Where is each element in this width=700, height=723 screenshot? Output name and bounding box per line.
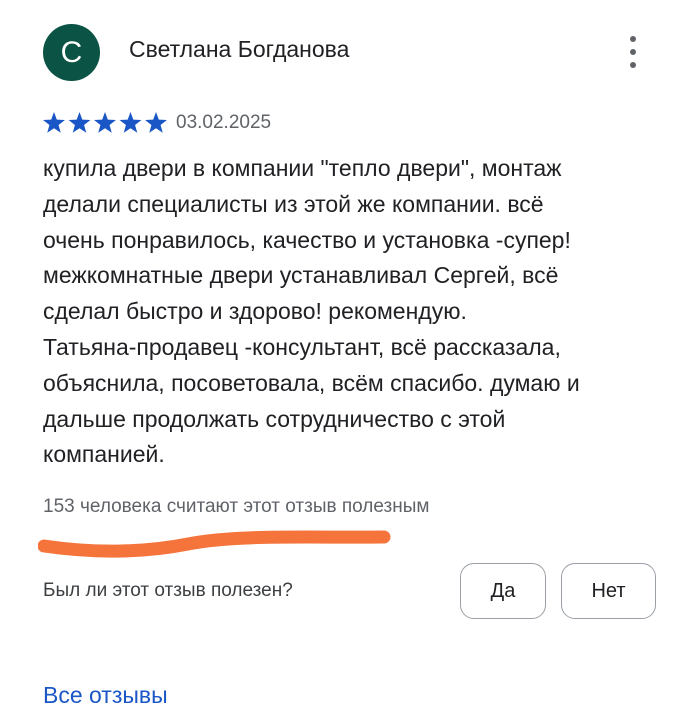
stars-svg: [43, 112, 167, 133]
review-text-line: Татьяна-продавец -консультант, всё расск…: [43, 333, 561, 360]
review-text-line: компанией.: [43, 441, 165, 468]
review-card: С Светлана Богданова 03.02.2025 купила д…: [0, 0, 700, 723]
more-options-button[interactable]: [618, 32, 650, 72]
helpful-question: Был ли этот отзыв полезен?: [43, 580, 293, 601]
review-text-line: сделал быстро и здорово! рекомендую.: [43, 298, 467, 325]
highlight-underline: [38, 530, 391, 558]
no-button[interactable]: Нет: [561, 563, 656, 619]
helpful-count: 153 человека считают этот отзыв полезным: [43, 496, 430, 517]
review-text: купила двери в компании "тепло двери", м…: [43, 151, 663, 473]
review-date: 03.02.2025: [176, 112, 272, 133]
star-icon: [43, 112, 65, 133]
all-reviews-link[interactable]: Все отзывы: [43, 682, 168, 709]
star-icon: [68, 112, 91, 133]
star-icon: [145, 112, 167, 133]
star-icon: [119, 112, 142, 133]
yes-button[interactable]: Да: [460, 563, 546, 619]
star-icon: [94, 112, 116, 133]
review-text-line: очень понравилось, качество и установка …: [43, 226, 571, 253]
author-name: Светлана Богданова: [129, 36, 350, 62]
review-text-line: купила двери в компании "тепло двери", м…: [43, 155, 562, 181]
review-text-line: объяснила, посоветовала, всём спасибо. д…: [43, 369, 580, 396]
star-rating: [43, 110, 168, 136]
avatar-letter: С: [60, 35, 83, 69]
avatar[interactable]: С: [43, 24, 100, 81]
review-text-line: межкомнатные двери устанавливал Сергей, …: [43, 262, 559, 289]
review-text-line: делали специалисты из этой же компании. …: [43, 190, 544, 217]
review-text-line: дальше продолжать сотрудничество с этой: [43, 405, 506, 432]
